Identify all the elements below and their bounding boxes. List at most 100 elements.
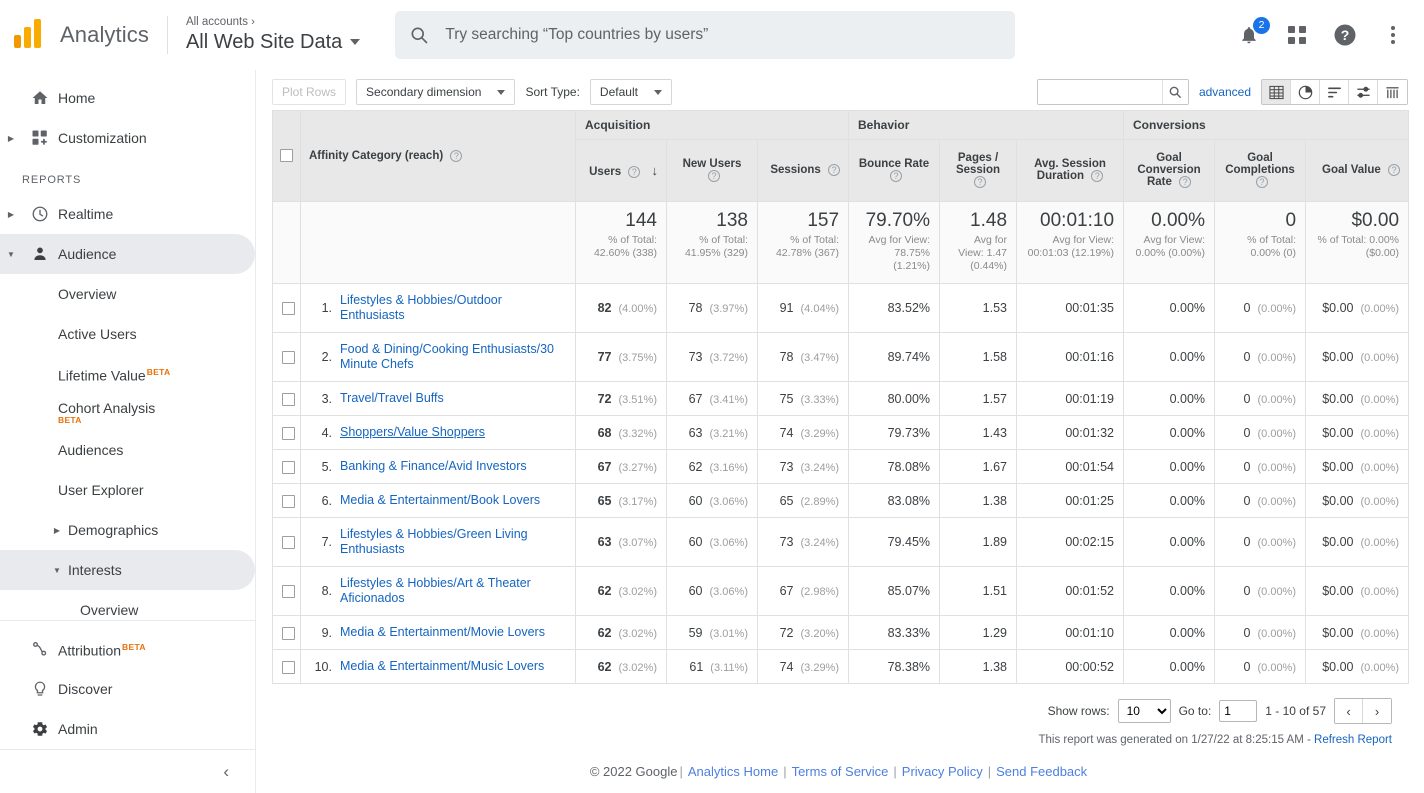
secondary-dimension-button[interactable]: Secondary dimension: [356, 79, 516, 105]
sidebar-item-attribution[interactable]: AttributionBETA: [0, 629, 255, 669]
sidebar-item-audiences[interactable]: Audiences: [0, 430, 255, 470]
help-icon[interactable]: ?: [828, 164, 841, 177]
column-header-new-users[interactable]: New Users ?: [666, 139, 758, 202]
dimension-link[interactable]: Lifestyles & Hobbies/Outdoor Enthusiasts: [340, 293, 502, 322]
sidebar-item-realtime[interactable]: ▶ Realtime: [0, 194, 255, 234]
row-checkbox[interactable]: [282, 536, 295, 550]
sidebar-item-home[interactable]: Home: [0, 78, 255, 118]
column-header-goal-conversion-rate[interactable]: Goal Conversion Rate ?: [1123, 139, 1216, 202]
apps-grid-icon[interactable]: [1284, 22, 1310, 48]
sidebar-item-user-explorer[interactable]: User Explorer: [0, 470, 255, 510]
sidebar-item-interests-overview[interactable]: Overview: [0, 590, 255, 620]
help-icon[interactable]: ?: [450, 149, 463, 162]
footer-link-analytics-home[interactable]: Analytics Home: [688, 764, 778, 779]
help-icon[interactable]: ?: [628, 165, 641, 178]
sidebar-item-customization[interactable]: ▶ Customization: [0, 118, 255, 158]
refresh-report-link[interactable]: Refresh Report: [1314, 734, 1392, 746]
table-row[interactable]: 4. Shoppers/Value Shoppers 68 (3.32%) 63 (3.2…: [272, 415, 1410, 450]
column-header-pages-session[interactable]: Pages / Session ?: [939, 139, 1018, 202]
table-row[interactable]: 7. Lifestyles & Hobbies/Green Living Enth…: [272, 517, 1410, 567]
dimension-link[interactable]: Media & Entertainment/Music Lovers: [340, 659, 544, 673]
help-icon[interactable]: ?: [1091, 170, 1104, 183]
table-row[interactable]: 5. Banking & Finance/Avid Investors 67 (3.2…: [272, 449, 1410, 484]
more-options-kebab-icon[interactable]: [1380, 22, 1406, 48]
sidebar-item-lifetime-value[interactable]: Lifetime ValueBETA: [0, 354, 255, 394]
plot-rows-button[interactable]: Plot Rows: [272, 79, 347, 105]
row-checkbox[interactable]: [282, 351, 295, 365]
sidebar-item-cohort-analysis[interactable]: Cohort Analysis BETA: [0, 394, 255, 430]
expand-arrow-icon[interactable]: ▶: [0, 134, 22, 143]
row-checkbox[interactable]: [282, 392, 295, 406]
help-icon[interactable]: ?: [1179, 176, 1192, 189]
dimension-link[interactable]: Lifestyles & Hobbies/Art & Theater Afici…: [340, 576, 531, 605]
sidebar-item-admin[interactable]: Admin: [0, 709, 255, 749]
advanced-filter-link[interactable]: advanced: [1199, 85, 1251, 99]
performance-view-icon[interactable]: [1320, 80, 1349, 104]
row-checkbox[interactable]: [282, 585, 295, 599]
column-header-goal-value[interactable]: Goal Value ?: [1305, 139, 1410, 202]
column-header-avg-session-duration[interactable]: Avg. Session Duration ?: [1016, 139, 1125, 202]
select-all-checkbox[interactable]: [280, 149, 293, 163]
dimension-link[interactable]: Media & Entertainment/Book Lovers: [340, 493, 540, 507]
percent-view-icon[interactable]: [1291, 80, 1320, 104]
sort-descending-icon[interactable]: ↓: [652, 163, 659, 178]
dimension-link[interactable]: Banking & Finance/Avid Investors: [340, 459, 527, 473]
sidebar-item-discover[interactable]: Discover: [0, 669, 255, 709]
table-row[interactable]: 6. Media & Entertainment/Book Lovers 65 (3.…: [272, 483, 1410, 518]
help-icon[interactable]: ?: [890, 170, 903, 183]
dimension-link[interactable]: Food & Dining/Cooking Enthusiasts/30 Min…: [340, 342, 554, 371]
row-checkbox[interactable]: [282, 460, 295, 474]
next-page-button[interactable]: ›: [1363, 699, 1391, 723]
dimension-link[interactable]: Lifestyles & Hobbies/Green Living Enthus…: [340, 527, 528, 556]
global-search[interactable]: [395, 10, 1016, 59]
collapse-arrow-icon[interactable]: ▼: [0, 250, 22, 259]
dimension-link[interactable]: Media & Entertainment/Movie Lovers: [340, 625, 545, 639]
row-checkbox[interactable]: [282, 494, 295, 508]
row-checkbox[interactable]: [282, 626, 295, 640]
row-checkbox[interactable]: [282, 302, 295, 316]
sidebar-item-audience[interactable]: ▼ Audience: [0, 234, 255, 274]
sidebar-collapse-button[interactable]: ‹: [0, 749, 255, 793]
expand-arrow-icon[interactable]: ▶: [46, 526, 68, 535]
view-title[interactable]: All Web Site Data: [186, 29, 361, 55]
help-icon[interactable]: ?: [1388, 164, 1401, 177]
footer-link-terms-of-service[interactable]: Terms of Service: [792, 764, 889, 779]
search-input[interactable]: [443, 24, 1002, 45]
notifications-bell-icon[interactable]: 2: [1236, 16, 1270, 48]
row-checkbox[interactable]: [282, 426, 295, 440]
table-search[interactable]: [1036, 79, 1189, 105]
table-row[interactable]: 8. Lifestyles & Hobbies/Art & Theater Afi…: [272, 566, 1410, 616]
rows-per-page-select[interactable]: 10255010025050010005000: [1117, 699, 1171, 723]
table-row[interactable]: 1. Lifestyles & Hobbies/Outdoor Enthusias…: [272, 283, 1410, 333]
help-icon[interactable]: ?: [1256, 176, 1269, 189]
table-row[interactable]: 2. Food & Dining/Cooking Enthusiasts/30 M…: [272, 332, 1410, 382]
sort-type-dropdown[interactable]: Default: [589, 79, 672, 105]
dimension-header[interactable]: Affinity Category (reach) ?: [300, 110, 576, 202]
column-header-bounce-rate[interactable]: Bounce Rate ?: [848, 139, 941, 202]
table-row[interactable]: 10. Media & Entertainment/Music Lovers 62 (…: [272, 649, 1410, 684]
table-row[interactable]: 3. Travel/Travel Buffs 72 (3.51%) 67 (3.41%) 7…: [272, 381, 1410, 416]
account-selector[interactable]: All accounts › All Web Site Data: [186, 15, 361, 55]
sidebar-item-active-users[interactable]: Active Users: [0, 314, 255, 354]
sidebar-item-audience-overview[interactable]: Overview: [0, 274, 255, 314]
help-icon[interactable]: ?: [1332, 22, 1358, 48]
help-icon[interactable]: ?: [974, 176, 987, 189]
table-search-input[interactable]: [1037, 80, 1162, 104]
comparison-view-icon[interactable]: [1349, 80, 1378, 104]
table-view-icon[interactable]: [1262, 80, 1291, 104]
dimension-link[interactable]: Shoppers/Value Shoppers: [340, 425, 485, 439]
table-row[interactable]: 9. Media & Entertainment/Movie Lovers 62 (3…: [272, 615, 1410, 650]
column-header-users[interactable]: Users ? ↓: [575, 139, 667, 202]
column-header-goal-completions[interactable]: Goal Completions ?: [1214, 139, 1307, 202]
column-header-sessions[interactable]: Sessions ?: [756, 139, 850, 202]
collapse-arrow-icon[interactable]: ▼: [46, 566, 68, 575]
sidebar-item-interests[interactable]: ▼ Interests: [0, 550, 255, 590]
previous-page-button[interactable]: ‹: [1335, 699, 1363, 723]
footer-link-privacy-policy[interactable]: Privacy Policy: [902, 764, 983, 779]
sidebar-item-demographics[interactable]: ▶ Demographics: [0, 510, 255, 550]
pivot-view-icon[interactable]: [1378, 80, 1407, 104]
help-icon[interactable]: ?: [708, 170, 720, 183]
footer-link-send-feedback[interactable]: Send Feedback: [996, 764, 1087, 779]
breadcrumb-all-accounts[interactable]: All accounts: [186, 16, 248, 28]
row-checkbox[interactable]: [282, 660, 295, 674]
